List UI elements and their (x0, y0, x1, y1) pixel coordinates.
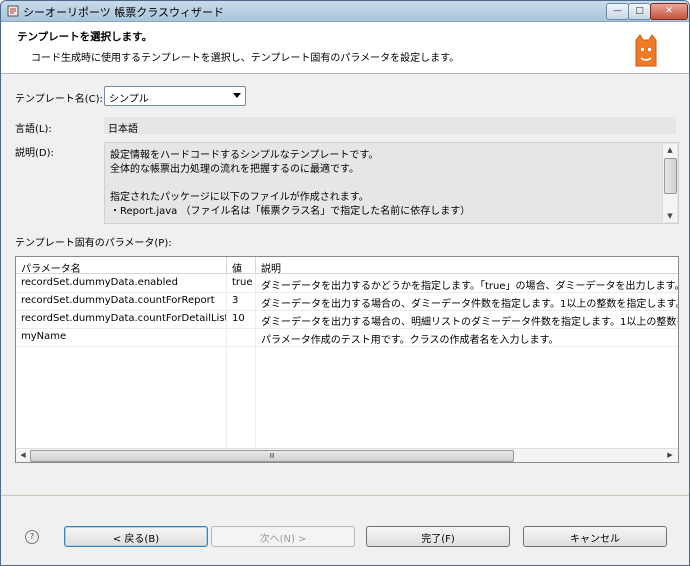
param-description-cell: ダミーデータを出力する場合の、ダミーデータ件数を指定します。1以上の整数を指定し… (261, 299, 678, 310)
back-button[interactable]: < 戻る(B) (64, 526, 208, 547)
scroll-right-icon[interactable]: ▶ (664, 449, 676, 461)
parameter-table[interactable]: パラメータ名 値 説明 recordSet.dummyData.enabled … (15, 256, 679, 463)
scroll-left-icon[interactable]: ◀ (17, 449, 29, 461)
close-button[interactable]: ✕ (650, 3, 688, 20)
title-bar[interactable]: シーオーリポーツ 帳票クラスウィザード — □ ✕ (1, 1, 689, 22)
param-name-cell: myName (16, 328, 227, 346)
column-header-name[interactable]: パラメータ名 (16, 257, 227, 275)
description-text-area[interactable]: 設定情報をハードコードするシンプルなテンプレートです。 全体的な帳票出力処理の流… (104, 142, 679, 224)
description-line: 設定情報をハードコードするシンプルなテンプレートです。 (110, 150, 379, 161)
scroll-thumb[interactable] (664, 158, 677, 194)
finish-button[interactable]: 完了(F) (366, 526, 510, 547)
description-label: 説明(D): (15, 148, 54, 159)
param-value-cell[interactable]: true (227, 274, 256, 292)
table-row[interactable]: recordSet.dummyData.countForReport 3 ダミー… (16, 292, 678, 311)
maximize-button[interactable]: □ (628, 3, 651, 20)
table-row[interactable]: myName パラメータ作成のテスト用です。クラスの作成者名を入力します。 (16, 328, 678, 347)
language-field: 日本語 (104, 117, 676, 135)
page-title: テンプレートを選択します。 (17, 31, 153, 43)
help-icon[interactable]: ? (25, 530, 39, 544)
column-header-value[interactable]: 値 (227, 257, 256, 275)
scroll-up-icon[interactable]: ▲ (664, 144, 676, 156)
scroll-thumb[interactable]: Ⅲ (30, 450, 514, 462)
template-name-combo[interactable]: シンプル (104, 86, 246, 106)
table-horizontal-scrollbar[interactable]: ◀ Ⅲ ▶ (16, 448, 678, 462)
param-description-cell: ダミーデータを出力するかどうかを指定します。「true」の場合、ダミーデータを出… (261, 281, 678, 292)
table-row[interactable]: recordSet.dummyData.enabled true ダミーデータを… (16, 274, 678, 293)
wizard-window: シーオーリポーツ 帳票クラスウィザード — □ ✕ テンプレートを選択します。 … (0, 0, 690, 566)
template-name-value: シンプル (109, 94, 149, 105)
scroll-down-icon[interactable]: ▼ (664, 210, 676, 222)
page-description: コード生成時に使用するテンプレートを選択し、テンプレート固有のパラメータを設定し… (31, 53, 460, 64)
params-label: テンプレート固有のパラメータ(P): (15, 238, 172, 249)
product-logo-icon (635, 34, 657, 67)
chevron-down-icon (233, 93, 241, 98)
param-name-cell: recordSet.dummyData.countForReport (16, 292, 227, 310)
cancel-button[interactable]: キャンセル (523, 526, 667, 547)
window-title: シーオーリポーツ 帳票クラスウィザード (23, 6, 225, 19)
wizard-header: テンプレートを選択します。 コード生成時に使用するテンプレートを選択し、テンプレ… (1, 22, 689, 74)
language-value: 日本語 (108, 124, 138, 135)
description-line: 指定されたパッケージに以下のファイルが作成されます。 (110, 192, 369, 203)
language-label: 言語(L): (15, 124, 52, 135)
wizard-content: テンプレート名(C): シンプル 言語(L): 日本語 説明(D): 設定情報を… (1, 74, 689, 494)
description-line: ・Report.java （ファイル名は「帳票クラス名」で指定した名前に依存しま… (110, 206, 471, 217)
table-row[interactable]: recordSet.dummyData.countForDetailList 1… (16, 310, 678, 329)
column-divider (255, 346, 256, 448)
wizard-footer: ? < 戻る(B) 次へ(N) > 完了(F) キャンセル (1, 495, 689, 565)
description-line: 全体的な帳票出力処理の流れを把握するのに最適です。 (110, 164, 359, 175)
param-description-cell: パラメータ作成のテスト用です。クラスの作成者名を入力します。 (261, 335, 559, 346)
column-header-description[interactable]: 説明 (256, 257, 678, 275)
param-value-cell[interactable]: 3 (227, 292, 256, 310)
param-name-cell: recordSet.dummyData.enabled (16, 274, 227, 292)
minimize-button[interactable]: — (606, 3, 629, 20)
next-button[interactable]: 次へ(N) > (211, 526, 355, 547)
param-description-cell: ダミーデータを出力する場合の、明細リストのダミーデータ件数を指定します。1以上の… (261, 317, 678, 328)
param-name-cell: recordSet.dummyData.countForDetailList (16, 310, 227, 328)
description-vertical-scrollbar[interactable]: ▲ ▼ (662, 144, 677, 222)
param-value-cell[interactable]: 10 (227, 310, 256, 328)
param-value-cell[interactable] (227, 328, 256, 346)
template-name-label: テンプレート名(C): (15, 94, 103, 105)
app-icon (7, 5, 19, 17)
column-divider (226, 346, 227, 448)
